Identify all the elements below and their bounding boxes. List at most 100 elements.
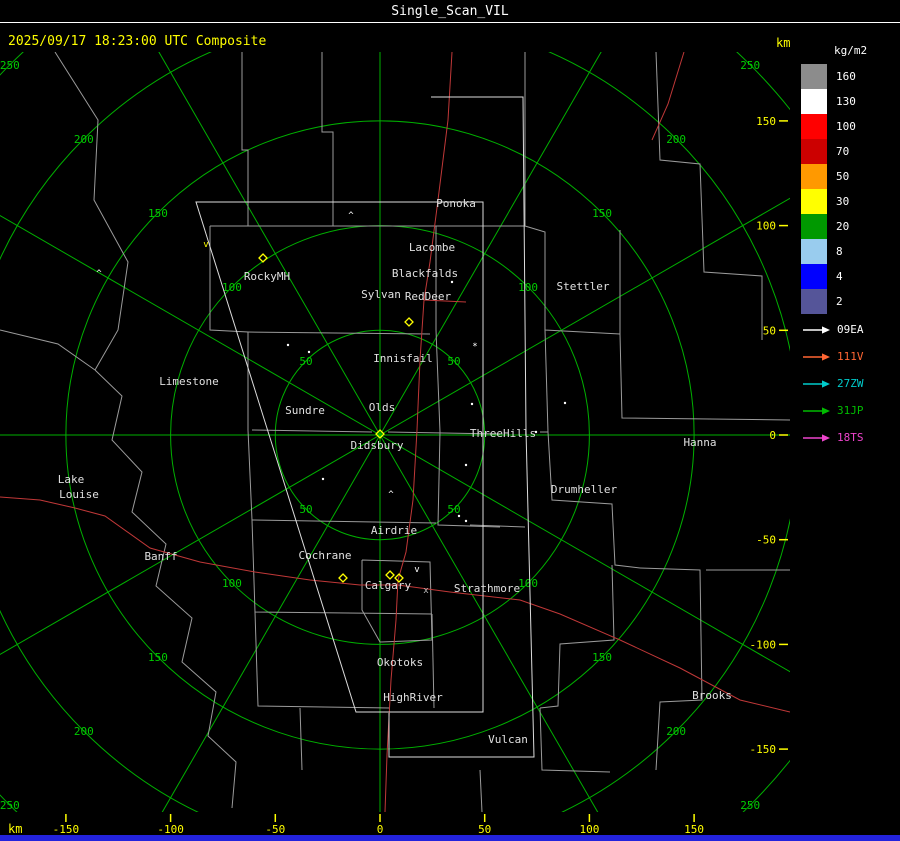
map-layers: 50 50 50 50 100 100 100 100 150 150 150 150 200 200 20… (0, 52, 790, 812)
dot-marker-icon (464, 519, 468, 523)
legend-swatch (801, 239, 827, 264)
city-label: Sundre (285, 404, 325, 417)
dot-marker-icon (450, 280, 454, 284)
radar-site-id: 18TS (837, 431, 864, 444)
right-axis-tick-label: -50 (756, 534, 776, 547)
bottom-axis-unit-label: km (8, 822, 23, 836)
city-label: Strathmore (454, 582, 520, 595)
city-label: Ponoka (436, 197, 476, 210)
radar-app-window: Single_Scan_VIL 50 50 50 50 100 100 100 100 150 1… (0, 0, 900, 841)
legend-entry: 20 (801, 214, 899, 239)
legend-entries: 160 130 100 70 50 30 20 8 4 2 (801, 64, 899, 314)
radar-site-diamond-icon (404, 317, 414, 327)
legend-value: 100 (836, 120, 856, 133)
svg-text:200: 200 (74, 725, 94, 738)
bottom-axis: -150 -100 -50 0 50 100 150 (53, 814, 704, 836)
right-axis-tick-label: 150 (756, 115, 776, 128)
right-axis-tick-label: 50 (763, 324, 776, 337)
legend-entry: 50 (801, 164, 899, 189)
legend-swatch (801, 289, 827, 314)
radar-site-arrow-icon (803, 325, 830, 334)
scan-timestamp: 2025/09/17 18:23:00 UTC Composite (8, 34, 267, 49)
radar-site-row: 31JP (801, 397, 864, 424)
city-label: Blackfalds (392, 267, 458, 280)
legend-value: 2 (836, 295, 843, 308)
glyph-marker-icon: * (472, 342, 477, 352)
right-axis-unit-label: km (776, 36, 791, 50)
svg-text:100: 100 (222, 281, 242, 294)
svg-text:100: 100 (222, 577, 242, 590)
city-label: Lake (58, 473, 85, 486)
svg-text:100: 100 (518, 281, 538, 294)
legend-value: 70 (836, 145, 850, 158)
dot-marker-icon (464, 463, 468, 467)
city-label: RockyMH (244, 270, 290, 283)
svg-text:200: 200 (666, 133, 686, 146)
glyph-marker-icon: v (414, 565, 419, 575)
radar-site-id: 111V (837, 350, 864, 363)
legend-swatch (801, 189, 827, 214)
glyph-marker-icon: ^ (388, 490, 394, 500)
radar-site-row: 111V (801, 343, 864, 370)
city-label: Airdrie (371, 524, 417, 537)
legend-entry: 160 (801, 64, 899, 89)
city-label: Brooks (692, 689, 732, 702)
city-label: Louise (59, 488, 99, 501)
city-label: Hanna (683, 436, 716, 449)
legend-entry: 30 (801, 189, 899, 214)
city-label: Drumheller (551, 483, 618, 496)
legend-entry: 2 (801, 289, 899, 314)
legend-swatch (801, 164, 827, 189)
legend-swatch (801, 264, 827, 289)
svg-text:50: 50 (447, 503, 460, 516)
svg-text:50: 50 (299, 503, 312, 516)
legend-unit-label: kg/m2 (834, 44, 868, 57)
svg-text:100: 100 (518, 577, 538, 590)
city-label: HighRiver (383, 691, 443, 704)
dot-markers (286, 280, 567, 523)
city-label: Vulcan (488, 733, 528, 746)
legend-swatch (801, 139, 827, 164)
legend-entry: 70 (801, 139, 899, 164)
svg-text:250: 250 (740, 799, 760, 812)
legend-swatch (801, 214, 827, 239)
vil-color-legend: kg/m2 160 130 100 70 50 30 20 8 4 2 (801, 44, 899, 314)
right-axis-tick-label: -100 (750, 638, 777, 651)
svg-text:50: 50 (299, 355, 312, 368)
city-label: Limestone (159, 375, 219, 388)
dot-marker-icon (307, 350, 311, 354)
radar-site-arrow-icon (803, 406, 830, 415)
legend-value: 130 (836, 95, 856, 108)
right-axis-tick-label: 100 (756, 220, 776, 233)
city-label: Calgary (365, 579, 412, 592)
svg-text:200: 200 (74, 133, 94, 146)
svg-text:150: 150 (148, 207, 168, 220)
svg-text:150: 150 (592, 651, 612, 664)
glyph-marker-icon: ^ (96, 269, 102, 279)
radar-site-legend: 09EA 111V 27ZW 31JP 18TS (801, 316, 864, 451)
svg-text:150: 150 (592, 207, 612, 220)
legend-value: 30 (836, 195, 850, 208)
radar-map-canvas[interactable]: 50 50 50 50 100 100 100 100 150 150 150 150 200 200 20… (0, 0, 795, 841)
city-label: Innisfail (373, 352, 433, 365)
city-label: Cochrane (299, 549, 352, 562)
legend-swatch (801, 64, 827, 89)
legend-entry: 100 (801, 114, 899, 139)
radar-site-arrow-icon (803, 379, 830, 388)
dot-marker-icon (563, 401, 567, 405)
legend-swatch (801, 114, 827, 139)
city-label: ThreeHills (470, 427, 536, 440)
radar-site-id: 31JP (837, 404, 864, 417)
radar-site-arrow-icon (803, 352, 830, 361)
city-label: Sylvan (361, 288, 401, 301)
right-axis-tick-label: -150 (750, 743, 777, 756)
dot-marker-icon (534, 430, 538, 434)
city-label: Banff (144, 550, 177, 563)
radar-site-diamond-icon (338, 573, 348, 583)
legend-entry: 8 (801, 239, 899, 264)
azimuth-spokes (0, 52, 790, 812)
svg-text:250: 250 (0, 59, 20, 72)
radar-site-row: 09EA (801, 316, 864, 343)
radar-site-diamond-icon (385, 570, 395, 580)
svg-text:50: 50 (447, 355, 460, 368)
